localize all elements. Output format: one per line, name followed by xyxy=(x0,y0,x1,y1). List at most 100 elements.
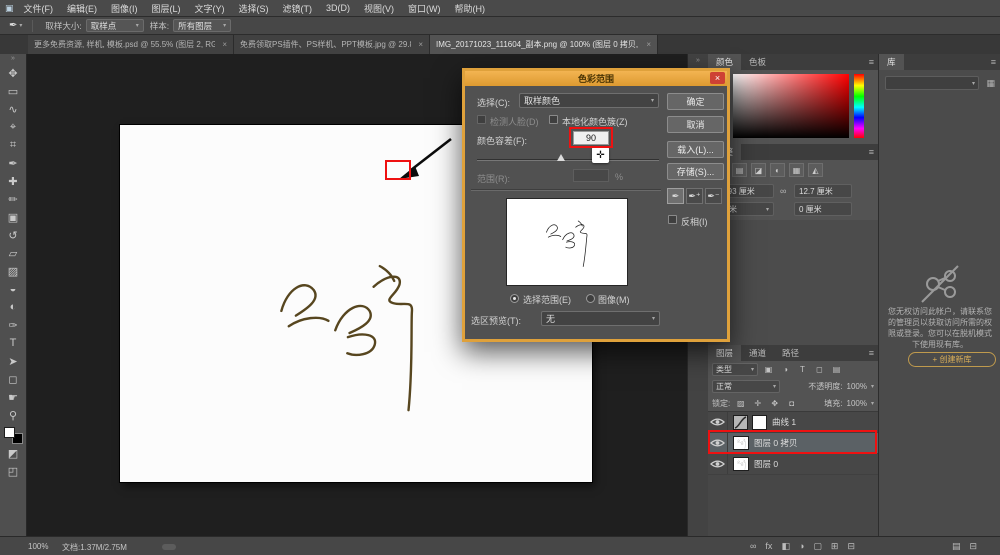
panel-menu-icon[interactable]: ≡ xyxy=(991,54,1000,70)
pen-tool[interactable]: ✑ xyxy=(0,316,26,334)
library-select[interactable]: ▾ xyxy=(885,76,979,90)
add-layer-mask-icon[interactable]: ◧ xyxy=(781,541,790,552)
menu-select[interactable]: 选择(S) xyxy=(232,2,276,15)
height-field[interactable]: 12.7 厘米 xyxy=(794,184,852,198)
clone-stamp-tool[interactable]: ▣ xyxy=(0,208,26,226)
localized-clusters-checkbox[interactable] xyxy=(549,115,558,124)
lock-all-icon[interactable]: ◘ xyxy=(785,399,798,408)
panel-menu-icon[interactable]: ≡ xyxy=(869,144,878,160)
secondary-field[interactable]: 0 厘米 xyxy=(794,202,852,216)
close-tab-icon[interactable]: × xyxy=(641,40,651,49)
new-group-icon[interactable]: ▢ xyxy=(813,541,822,552)
color-saturation-field[interactable] xyxy=(733,74,849,138)
blur-tool[interactable]: ◒ xyxy=(0,280,26,298)
panel-menu-icon[interactable]: ≡ xyxy=(869,54,878,70)
active-tool-icon[interactable]: ✒ ▾ xyxy=(5,20,26,31)
fuzziness-slider-thumb[interactable] xyxy=(557,154,565,161)
gradient-tool[interactable]: ▨ xyxy=(0,262,26,280)
hue-adjustment-icon[interactable]: ◭ xyxy=(808,163,823,177)
blend-mode-select[interactable]: 正常 ▾ xyxy=(712,380,780,393)
delete-library-item-icon[interactable]: ⊟ xyxy=(970,541,978,552)
layer-mask-thumbnail[interactable] xyxy=(752,415,767,430)
lock-transparency-icon[interactable]: ▨ xyxy=(734,399,747,408)
dialog-close-button[interactable]: × xyxy=(710,72,725,84)
path-selection-tool[interactable]: ➤ xyxy=(0,352,26,370)
fill-value[interactable]: 100% xyxy=(847,399,867,408)
selection-radio[interactable] xyxy=(510,294,519,303)
delete-layer-icon[interactable]: ⊟ xyxy=(847,541,855,552)
crop-tool[interactable]: ⌗ xyxy=(0,136,26,154)
type-tool[interactable]: T xyxy=(0,334,26,352)
new-layer-icon[interactable]: ⊞ xyxy=(831,541,839,552)
exposure-adjustment-icon[interactable]: ◐ xyxy=(770,163,785,177)
ok-button[interactable]: 确定 xyxy=(667,93,724,110)
lock-position-icon[interactable]: ✥ xyxy=(768,399,781,408)
menu-layer[interactable]: 图层(L) xyxy=(145,2,188,15)
curves-layer-thumbnail[interactable] xyxy=(733,415,748,430)
filter-shape-layers-icon[interactable]: ◻ xyxy=(813,365,826,374)
invert-checkbox[interactable] xyxy=(668,215,677,224)
screen-mode-button[interactable]: ◰ xyxy=(0,462,26,480)
tab-channels[interactable]: 通道 xyxy=(741,345,774,361)
eyedropper-subtract-button[interactable]: ✒⁻ xyxy=(705,188,722,204)
add-adjustment-layer-icon[interactable]: ◑ xyxy=(799,541,804,552)
hue-slider[interactable] xyxy=(854,74,864,138)
eyedropper-sample-button[interactable]: ✒ xyxy=(667,188,684,204)
tab-swatches[interactable]: 色板 xyxy=(741,54,774,70)
filter-smart-objects-icon[interactable]: ▤ xyxy=(830,365,843,374)
menu-edit[interactable]: 编辑(E) xyxy=(60,2,104,15)
filter-type-layers-icon[interactable]: T xyxy=(796,365,809,374)
layer-row-original[interactable]: 图层 0 xyxy=(708,454,878,475)
document-tab-active[interactable]: IMG_20171023_111604_副本.png @ 100% (图层 0 … xyxy=(430,35,658,54)
close-tab-icon[interactable]: × xyxy=(413,40,423,49)
close-tab-icon[interactable]: × xyxy=(217,40,227,49)
library-grid-view-icon[interactable]: ▦ xyxy=(986,78,995,89)
color-swatches[interactable] xyxy=(4,427,23,444)
quick-selection-tool[interactable]: ⌖ xyxy=(0,118,26,136)
menu-type[interactable]: 文字(Y) xyxy=(188,2,232,15)
tab-layers[interactable]: 图层 xyxy=(708,345,741,361)
tab-libraries[interactable]: 库 xyxy=(879,54,904,70)
create-new-library-button[interactable]: + 创建新库 xyxy=(908,352,996,367)
zoom-level[interactable]: 100% xyxy=(28,542,48,551)
document-tab-1[interactable]: 更多免费资源, 样机, 模板.psd @ 55.5% (图层 2, RG... … xyxy=(28,35,234,54)
curves-adjustment-icon[interactable]: ◪ xyxy=(751,163,766,177)
fuzziness-slider-track[interactable] xyxy=(477,159,659,161)
panel-menu-icon[interactable]: ≡ xyxy=(869,345,878,361)
cancel-button[interactable]: 取消 xyxy=(667,116,724,133)
tab-paths[interactable]: 路径 xyxy=(774,345,807,361)
eraser-tool[interactable]: ▱ xyxy=(0,244,26,262)
vibrance-adjustment-icon[interactable]: ▦ xyxy=(789,163,804,177)
eyedropper-add-button[interactable]: ✒⁺ xyxy=(686,188,703,204)
layer-filter-select[interactable]: 类型 ▾ xyxy=(712,363,758,376)
link-dimensions-icon[interactable]: ∞ xyxy=(780,186,786,196)
shape-tool[interactable]: ◻ xyxy=(0,370,26,388)
save-button[interactable]: 存储(S)... xyxy=(667,163,724,180)
selection-preview-dropdown[interactable]: 无 ▾ xyxy=(541,311,660,326)
marquee-tool[interactable]: ▭ xyxy=(0,82,26,100)
brush-tool[interactable]: ✏ xyxy=(0,190,26,208)
collapse-toolbox-icon[interactable]: » xyxy=(11,54,15,64)
menu-window[interactable]: 窗口(W) xyxy=(401,2,448,15)
menu-filter[interactable]: 滤镜(T) xyxy=(276,2,320,15)
menu-help[interactable]: 帮助(H) xyxy=(448,2,493,15)
eyedropper-tool[interactable]: ✒ xyxy=(0,154,26,172)
zoom-tool[interactable]: ⚲ xyxy=(0,406,26,424)
opacity-value[interactable]: 100% xyxy=(847,382,867,391)
hand-tool[interactable]: ☛ xyxy=(0,388,26,406)
menu-image[interactable]: 图像(I) xyxy=(104,2,145,15)
sample-select[interactable]: 所有图层 ▾ xyxy=(173,19,231,32)
dodge-tool[interactable]: ◐ xyxy=(0,298,26,316)
status-flyout[interactable] xyxy=(162,544,176,550)
library-sync-icon[interactable]: ▤ xyxy=(952,541,961,552)
move-tool[interactable]: ✥ xyxy=(0,64,26,82)
select-dropdown[interactable]: 取样颜色 ▾ xyxy=(519,93,659,108)
layer-thumbnail[interactable] xyxy=(733,457,749,471)
healing-brush-tool[interactable]: ✚ xyxy=(0,172,26,190)
detect-faces-checkbox[interactable] xyxy=(477,115,486,124)
image-radio[interactable] xyxy=(586,294,595,303)
sample-size-select[interactable]: 取样点 ▾ xyxy=(86,19,144,32)
quick-mask-button[interactable]: ◩ xyxy=(0,444,26,462)
filter-pixel-layers-icon[interactable]: ▣ xyxy=(762,365,775,374)
levels-adjustment-icon[interactable]: ▤ xyxy=(732,163,747,177)
